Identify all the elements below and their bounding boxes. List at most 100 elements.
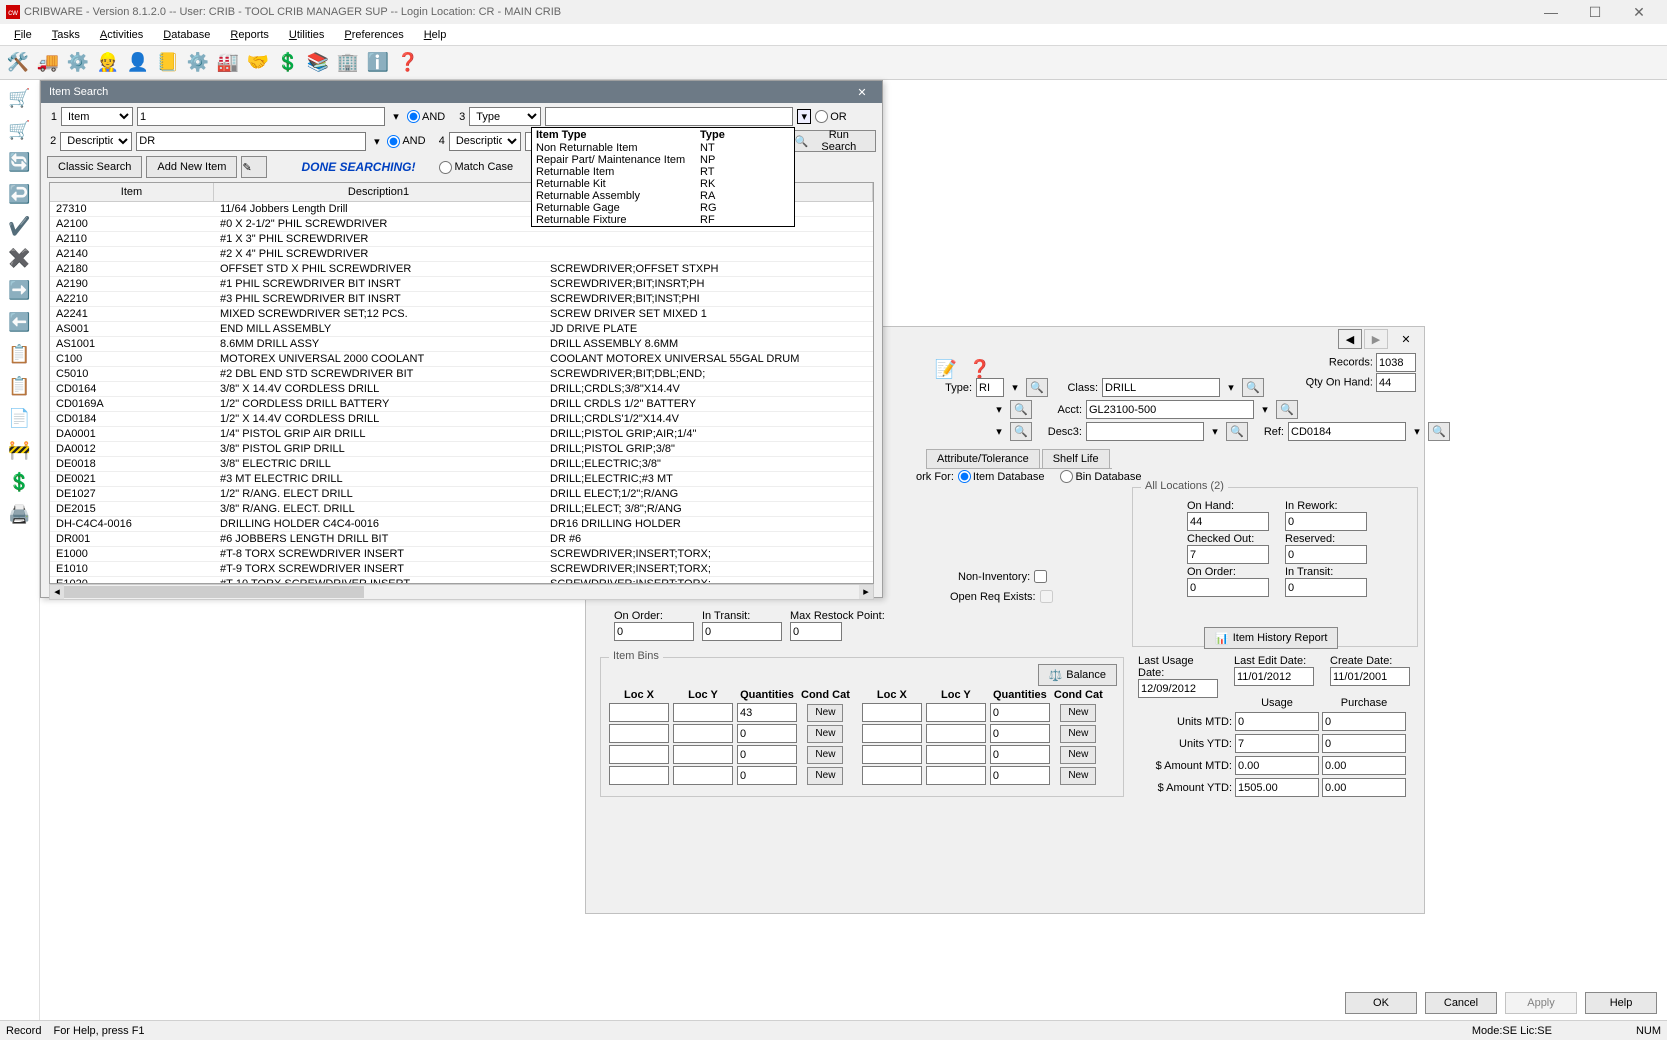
type-lookup-icon[interactable]: 🔍 [1026, 378, 1048, 397]
row3-field-select[interactable]: Type [469, 107, 541, 126]
row4-field-select[interactable]: Description 1 [449, 132, 521, 151]
bin-row[interactable]: New [860, 723, 1105, 744]
menu-activities[interactable]: Activities [92, 27, 151, 43]
menu-database[interactable]: Database [155, 27, 218, 43]
table-row[interactable]: C5010#2 DBL END STD SCREWDRIVER BITSCREW… [50, 367, 873, 382]
tab-attribute[interactable]: Attribute/Tolerance [926, 449, 1040, 468]
row2-and-radio[interactable]: AND [387, 135, 425, 148]
desc3-lookup-icon[interactable]: 🔍 [1226, 422, 1248, 441]
bin-row[interactable]: New [607, 702, 852, 723]
bin-qty[interactable] [990, 703, 1050, 722]
bin-locy[interactable] [926, 745, 986, 764]
intransit-field[interactable] [702, 622, 782, 641]
blank-lookup-icon[interactable]: 🔍 [1010, 400, 1032, 419]
tools-icon[interactable]: 🛠️ [4, 49, 32, 77]
bin-locy[interactable] [673, 766, 733, 785]
bin-qty[interactable] [737, 766, 797, 785]
add-new-item-button[interactable]: Add New Item [146, 156, 237, 178]
noninv-checkbox[interactable] [1034, 570, 1047, 583]
bin-cond-button[interactable]: New [1060, 704, 1096, 722]
bin-qty[interactable] [737, 703, 797, 722]
balance-button[interactable]: ⚖️ Balance [1038, 664, 1117, 686]
bin-cond-button[interactable]: New [807, 746, 843, 764]
bin-cond-button[interactable]: New [1060, 767, 1096, 785]
table-row[interactable]: DE20153/8" R/ANG. ELECT. DRILLDRILL;ELEC… [50, 502, 873, 517]
bin-row[interactable]: New [860, 744, 1105, 765]
menu-file[interactable]: File [6, 27, 40, 43]
menu-preferences[interactable]: Preferences [336, 27, 411, 43]
maxrestock-field[interactable] [790, 622, 842, 641]
type-field[interactable] [976, 378, 1004, 397]
nav-next-button[interactable]: ▶ [1364, 329, 1388, 349]
type-dropdown[interactable]: Item TypeType Non Returnable ItemNTRepai… [531, 127, 795, 227]
scroll-right-icon[interactable]: ▸ [859, 585, 873, 599]
table-row[interactable]: A2140#2 X 4" PHIL SCREWDRIVER [50, 247, 873, 262]
table-row[interactable]: E1010#T-9 TORX SCREWDRIVER INSERTSCREWDR… [50, 562, 873, 577]
acct-field[interactable] [1086, 400, 1254, 419]
onorder-field[interactable] [614, 622, 694, 641]
cone-icon[interactable]: 🚧 [6, 436, 34, 464]
bin-locy[interactable] [673, 745, 733, 764]
menu-tasks[interactable]: Tasks [44, 27, 88, 43]
table-row[interactable]: AS001END MILL ASSEMBLYJD DRIVE PLATE [50, 322, 873, 337]
desc3-field[interactable] [1086, 422, 1204, 441]
dropdown-item[interactable]: Returnable FixtureRF [532, 214, 794, 226]
bin-cond-button[interactable]: New [1060, 746, 1096, 764]
money2-icon[interactable]: 💲 [6, 468, 34, 496]
row1-field-select[interactable]: Item [61, 107, 133, 126]
dropdown-item[interactable]: Returnable GageRG [532, 202, 794, 214]
edit-icon-button[interactable]: ✎ [241, 156, 267, 178]
bin-locy[interactable] [926, 703, 986, 722]
table-row[interactable]: CD01841/2" X 14.4V CORDLESS DRILLDRILL;C… [50, 412, 873, 427]
col-item[interactable]: Item [50, 183, 214, 201]
type-dd-icon[interactable]: ▾ [1008, 381, 1022, 394]
row3-dd-icon[interactable]: ▾ [797, 109, 811, 124]
desc3-dd-icon[interactable]: ▾ [1208, 425, 1222, 438]
menu-help[interactable]: Help [416, 27, 455, 43]
cancel-icon[interactable]: ✖️ [6, 244, 34, 272]
bin-locx[interactable] [609, 724, 669, 743]
blank2-dd-icon[interactable]: ▾ [992, 425, 1006, 438]
print-icon[interactable]: 🖨️ [6, 500, 34, 528]
row2-field-select[interactable]: Description 2 [60, 132, 132, 151]
bin-locy[interactable] [926, 724, 986, 743]
match-case-radio[interactable]: Match Case [439, 161, 513, 174]
bin-cond-button[interactable]: New [807, 725, 843, 743]
cart-check-icon[interactable]: 🛒 [6, 116, 34, 144]
nav-prev-button[interactable]: ◀ [1338, 329, 1362, 349]
blank2-lookup-icon[interactable]: 🔍 [1010, 422, 1032, 441]
clipboard-icon[interactable]: 📋 [6, 340, 34, 368]
menu-utilities[interactable]: Utilities [281, 27, 332, 43]
row2-value-input[interactable] [136, 132, 366, 151]
gears-icon[interactable]: ⚙️ [184, 49, 212, 77]
hardhat-icon[interactable]: 👷 [94, 49, 122, 77]
bin-row[interactable]: New [860, 765, 1105, 786]
class-field[interactable] [1102, 378, 1220, 397]
bin-cond-button[interactable]: New [807, 704, 843, 722]
list-icon[interactable]: 📄 [6, 404, 34, 432]
bin-cond-button[interactable]: New [1060, 725, 1096, 743]
ref-dd-icon[interactable]: ▾ [1410, 425, 1424, 438]
bin-qty[interactable] [737, 724, 797, 743]
results-grid[interactable]: Item Description1 2731011/64 Jobbers Len… [49, 182, 874, 584]
table-row[interactable]: DA00011/4" PISTOL GRIP AIR DRILLDRILL;PI… [50, 427, 873, 442]
run-search-button[interactable]: 🔍 Run Search [784, 130, 876, 152]
bindb-radio[interactable]: Bin Database [1060, 470, 1141, 483]
arrow-left-icon[interactable]: ⬅️ [6, 308, 34, 336]
openreq-checkbox[interactable] [1040, 590, 1053, 603]
building-icon[interactable]: 🏭 [214, 49, 242, 77]
arrow-right-icon[interactable]: ➡️ [6, 276, 34, 304]
class-dd-icon[interactable]: ▾ [1224, 381, 1238, 394]
dropdown-item[interactable]: Returnable ItemRT [532, 166, 794, 178]
scroll-left-icon[interactable]: ◂ [50, 585, 64, 599]
menu-reports[interactable]: Reports [222, 27, 277, 43]
table-row[interactable]: A2110#1 X 3" PHIL SCREWDRIVER [50, 232, 873, 247]
bin-locx[interactable] [609, 745, 669, 764]
acct-dd-icon[interactable]: ▾ [1258, 403, 1272, 416]
dropdown-item[interactable]: Returnable KitRK [532, 178, 794, 190]
table-row[interactable]: C100MOTOREX UNIVERSAL 2000 COOLANTCOOLAN… [50, 352, 873, 367]
detail-close-icon[interactable]: ✕ [1396, 333, 1416, 346]
row-or-radio[interactable]: OR [815, 110, 847, 123]
table-row[interactable]: A2241MIXED SCREWDRIVER SET;12 PCS.SCREW … [50, 307, 873, 322]
table-row[interactable]: A2180OFFSET STD X PHIL SCREWDRIVERSCREWD… [50, 262, 873, 277]
